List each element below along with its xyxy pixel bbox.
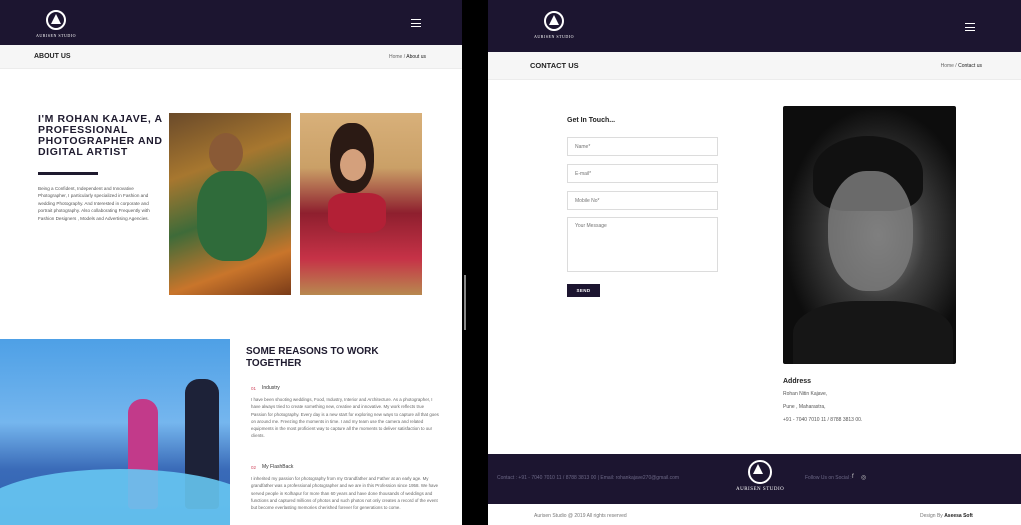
reasons-heading: SOME REASONS TO WORK TOGETHER <box>246 346 379 369</box>
about-logo[interactable]: AURISEN STUDIO <box>36 10 76 38</box>
aurisen-logo-icon <box>748 460 773 484</box>
scrollbar-thumb[interactable] <box>464 275 466 330</box>
intro-divider <box>38 172 98 175</box>
design-credit: Design By Aseesa Soft <box>920 513 973 519</box>
photographer-portrait-photo <box>783 106 956 364</box>
contact-logo-text: AURISEN STUDIO <box>534 34 574 39</box>
page-title: ABOUT US <box>34 53 71 60</box>
aurisen-logo-icon <box>46 10 66 30</box>
mobile-field[interactable] <box>567 191 718 210</box>
intro-heading: I'M ROHAN KAJAVE, A PROFESSIONAL PHOTOGR… <box>38 113 163 158</box>
footer-contact-info: Contact : +91 - 7040 7010 11 / 8788 3813… <box>497 475 680 481</box>
scrollbar[interactable] <box>462 0 488 525</box>
copyright-text: Aurisen Studio @ 2019 All rights reserve… <box>534 513 627 519</box>
breadcrumb: Home / About us <box>389 54 426 60</box>
form-title: Get In Touch... <box>567 117 616 124</box>
item-text: I inherited my passion for photography f… <box>251 476 439 511</box>
send-button[interactable]: SEND <box>567 284 600 297</box>
breadcrumb: Home / Contact us <box>941 63 982 69</box>
contact-logo[interactable]: AURISEN STUDIO <box>534 11 574 39</box>
address-heading: Address <box>783 378 812 385</box>
instagram-icon[interactable]: ◎ <box>861 474 866 481</box>
about-logo-text: AURISEN STUDIO <box>36 33 76 38</box>
fashion-portrait-photo <box>300 113 422 295</box>
aurisen-logo-icon <box>544 11 564 31</box>
contact-title-bar: CONTACT US Home / Contact us <box>488 52 1021 80</box>
item-number: 02 <box>251 465 257 470</box>
facebook-icon[interactable]: f <box>852 474 854 480</box>
footer-logo-text: AURISEN STUDIO <box>736 487 785 492</box>
breadcrumb-current: Contact us <box>958 63 982 69</box>
breadcrumb-home-link[interactable]: Home <box>941 63 954 69</box>
about-header: AURISEN STUDIO <box>0 0 462 45</box>
intro-text: Being a Confident, Independent and Innov… <box>38 186 150 221</box>
design-by-label: Design By <box>920 513 943 519</box>
footer-logo[interactable]: AURISEN STUDIO <box>736 460 784 492</box>
name-field[interactable] <box>567 137 718 156</box>
breadcrumb-home-link[interactable]: Home <box>389 54 402 60</box>
contact-page: AURISEN STUDIO CONTACT US Home / Contact… <box>488 0 1021 525</box>
menu-icon[interactable] <box>411 19 421 27</box>
message-field[interactable] <box>567 217 718 272</box>
contact-header: AURISEN STUDIO <box>488 0 1021 52</box>
menu-icon[interactable] <box>965 23 975 31</box>
address-line: +91 - 7040 7010 11 / 8788 3813 00. <box>783 417 863 423</box>
page-title: CONTACT US <box>530 61 579 70</box>
breadcrumb-current: About us <box>406 54 426 60</box>
item-text: I have been shooting weddings, Food, Ind… <box>251 397 439 439</box>
item-title: My FlashBack <box>262 464 294 470</box>
item-title: Industry <box>262 385 280 391</box>
address-line: Rohan Nitin Kajave, <box>783 391 828 397</box>
couple-photo <box>0 339 230 525</box>
email-field[interactable] <box>567 164 718 183</box>
about-page: AURISEN STUDIO ABOUT US Home / About us … <box>0 0 462 525</box>
design-by-link[interactable]: Aseesa Soft <box>944 513 973 519</box>
about-title-bar: ABOUT US Home / About us <box>0 45 462 69</box>
bridal-portrait-photo <box>169 113 291 295</box>
item-number: 01 <box>251 386 257 391</box>
footer-follow-label: Follow Us on Social : <box>805 475 852 481</box>
address-line: Pune , Maharastra, <box>783 404 826 410</box>
